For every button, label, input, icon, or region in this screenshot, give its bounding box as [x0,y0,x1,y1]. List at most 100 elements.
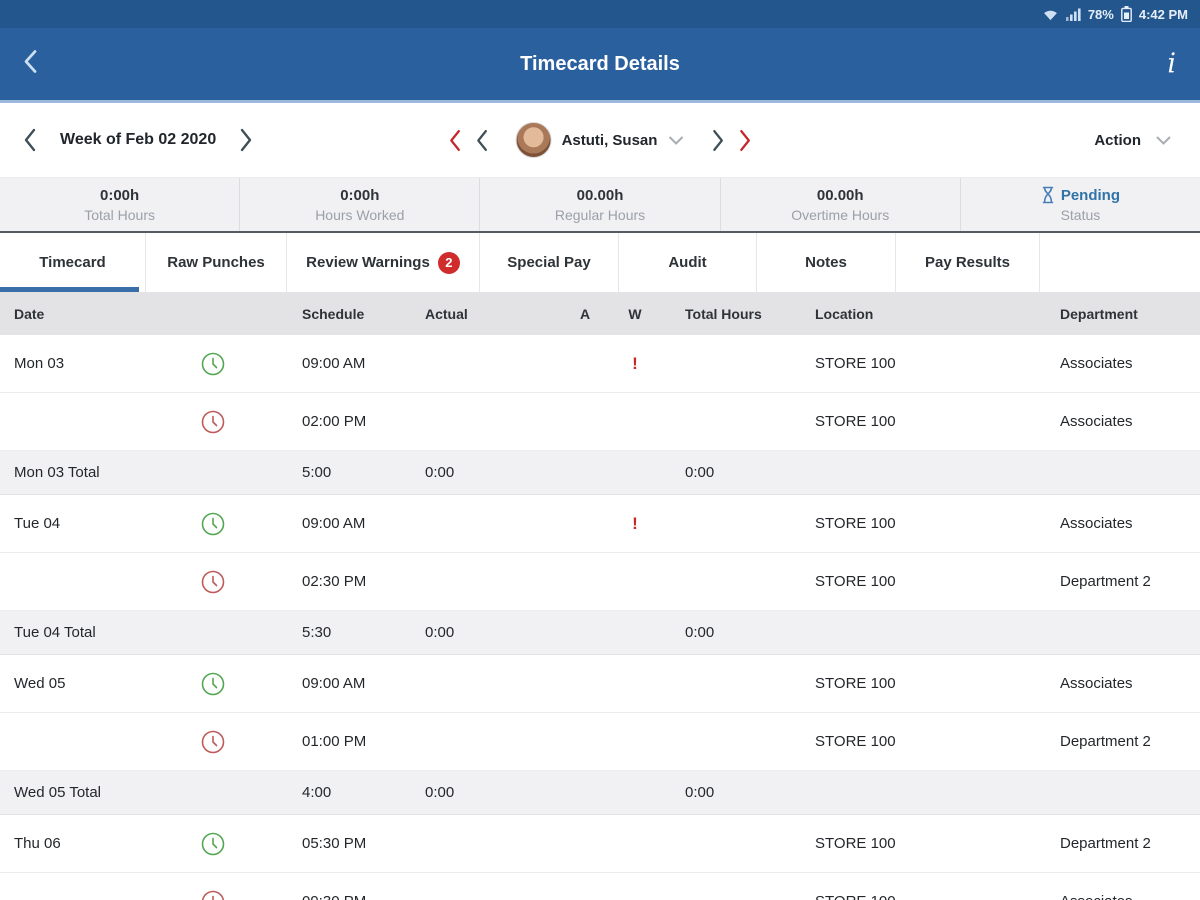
week-next-icon[interactable] [238,127,254,153]
cell-schedule: 09:00 AM [302,515,425,532]
employee-name: Astuti, Susan [562,132,658,149]
cell-location: STORE 100 [790,835,1040,852]
week-label[interactable]: Week of Feb 02 2020 [60,131,216,149]
punch-in-clock-icon[interactable] [196,671,302,697]
col-header-warning: W [610,306,660,322]
table-row[interactable]: Tue 04 Total 5:30 0:00 0:00 [0,611,1200,655]
col-header-department: Department [1040,306,1200,322]
employee-next-icon[interactable] [710,128,725,153]
warning-exclamation-icon: ! [610,354,660,374]
cell-schedule: 09:00 AM [302,675,425,692]
cell-date: Mon 03 [0,355,196,372]
cell-location: STORE 100 [790,515,1040,532]
table-row[interactable]: Thu 06 05:30 PM STORE 100 Department 2 [0,815,1200,873]
table-row[interactable]: Mon 03 09:00 AM ! STORE 100 Associates [0,335,1200,393]
employee-dropdown-icon[interactable] [667,135,684,146]
action-dropdown-icon [1155,135,1172,146]
summary-label: Total Hours [84,207,155,223]
summary-value: 00.00h [817,187,864,204]
cell-date: Wed 05 [0,675,196,692]
signal-icon [1066,8,1081,21]
punch-out-clock-icon[interactable] [196,569,302,595]
col-header-date: Date [0,306,302,322]
punch-out-clock-icon[interactable] [196,889,302,900]
tab-label: Review Warnings [306,254,430,271]
col-header-location: Location [790,306,1040,322]
employee-selector[interactable]: Astuti, Susan [516,122,685,158]
timecard-table-body: Mon 03 09:00 AM ! STORE 100 Associates 0… [0,335,1200,900]
tab-raw-punches[interactable]: Raw Punches [146,233,287,292]
cell-schedule: 5:00 [302,464,425,481]
punch-out-clock-icon[interactable] [196,409,302,435]
battery-percent: 78% [1088,7,1114,22]
tab-bar: Timecard Raw Punches Review Warnings 2 S… [0,233,1200,293]
cell-total-hours: 0:00 [660,624,790,641]
cell-schedule: 4:00 [302,784,425,801]
summary-bar: 0:00h Total Hours 0:00h Hours Worked 00.… [0,178,1200,233]
employee-first-icon[interactable] [448,128,463,153]
cell-total-hours: 0:00 [660,784,790,801]
toolbar: Week of Feb 02 2020 Astuti, Susan Action [0,103,1200,178]
table-row[interactable]: 02:30 PM STORE 100 Department 2 [0,553,1200,611]
table-row[interactable]: Mon 03 Total 5:00 0:00 0:00 [0,451,1200,495]
summary-status: Pending Status [961,178,1200,231]
cell-schedule: 09:00 AM [302,355,425,372]
hourglass-icon [1041,186,1055,204]
tab-label: Timecard [39,254,105,271]
summary-hours-worked: 0:00h Hours Worked [240,178,480,231]
table-row[interactable]: 02:00 PM STORE 100 Associates [0,393,1200,451]
col-header-total-hours: Total Hours [660,306,790,322]
cell-date: Tue 04 Total [0,624,196,641]
table-row[interactable]: Tue 04 09:00 AM ! STORE 100 Associates [0,495,1200,553]
week-prev-icon[interactable] [22,127,38,153]
avatar [516,122,552,158]
cell-department: Associates [1040,515,1200,532]
punch-in-clock-icon[interactable] [196,511,302,537]
employee-last-icon[interactable] [737,128,752,153]
summary-value: 0:00h [100,187,139,204]
back-icon[interactable] [22,48,39,81]
app-header: Timecard Details i [0,28,1200,103]
cell-actual: 0:00 [425,624,560,641]
tab-special-pay[interactable]: Special Pay [480,233,619,292]
cell-location: STORE 100 [790,675,1040,692]
cell-location: STORE 100 [790,893,1040,900]
summary-label: Regular Hours [555,207,645,223]
tab-timecard[interactable]: Timecard [0,233,146,292]
table-header: Date Schedule Actual A W Total Hours Loc… [0,293,1200,335]
table-row[interactable]: Wed 05 Total 4:00 0:00 0:00 [0,771,1200,815]
cell-actual: 0:00 [425,464,560,481]
tab-label: Special Pay [507,254,590,271]
wifi-icon [1042,8,1059,21]
cell-actual: 0:00 [425,784,560,801]
tab-label: Audit [668,254,706,271]
tab-label: Notes [805,254,847,271]
tab-notes[interactable]: Notes [757,233,896,292]
cell-date: Tue 04 [0,515,196,532]
action-label: Action [1094,132,1141,149]
status-bar: 78% 4:42 PM [0,0,1200,28]
table-row[interactable]: Wed 05 09:00 AM STORE 100 Associates [0,655,1200,713]
cell-location: STORE 100 [790,413,1040,430]
cell-total-hours: 0:00 [660,464,790,481]
punch-in-clock-icon[interactable] [196,831,302,857]
action-menu[interactable]: Action [1094,132,1172,149]
cell-department: Associates [1040,893,1200,900]
tab-pay-results[interactable]: Pay Results [896,233,1040,292]
tab-review-warnings[interactable]: Review Warnings 2 [287,233,480,292]
page-title: Timecard Details [0,53,1200,76]
employee-prev-icon[interactable] [475,128,490,153]
info-icon[interactable]: i [1167,49,1176,80]
col-header-schedule: Schedule [302,306,425,322]
tab-audit[interactable]: Audit [619,233,757,292]
col-header-approve: A [560,306,610,322]
tab-label: Raw Punches [167,254,265,271]
cell-schedule: 02:00 PM [302,413,425,430]
punch-out-clock-icon[interactable] [196,729,302,755]
punch-in-clock-icon[interactable] [196,351,302,377]
cell-location: STORE 100 [790,355,1040,372]
cell-schedule: 02:30 PM [302,573,425,590]
table-row[interactable]: 09:30 PM STORE 100 Associates [0,873,1200,900]
summary-label: Status [1061,207,1101,223]
table-row[interactable]: 01:00 PM STORE 100 Department 2 [0,713,1200,771]
